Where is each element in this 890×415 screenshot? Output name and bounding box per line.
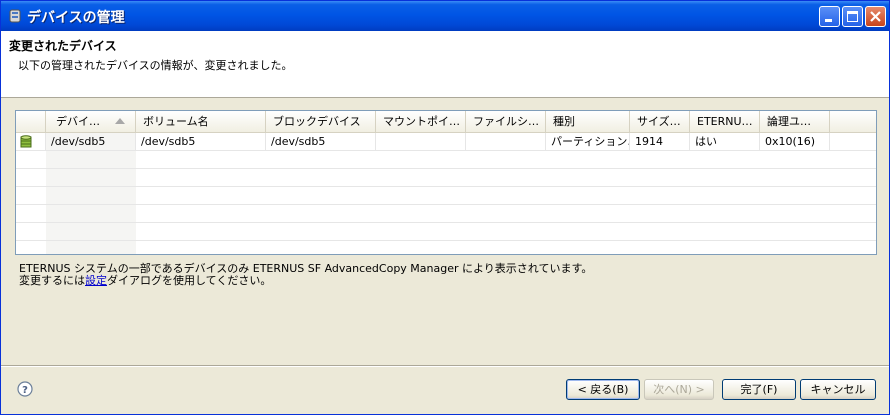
cell-eternus: はい (690, 133, 760, 150)
app-icon (9, 9, 21, 23)
column-header-device[interactable]: デバイ… (46, 111, 136, 132)
cell-block-device: /dev/sdb5 (266, 133, 376, 150)
minimize-button[interactable] (819, 6, 840, 27)
empty-row (16, 187, 876, 205)
column-header-label: ファイルシ… (473, 115, 539, 128)
footnote-line-2: 変更するには設定ダイアログを使用してください。 (19, 275, 592, 287)
column-header-label: ETERNU… (697, 115, 753, 128)
column-header-volume-name[interactable]: ボリューム名 (136, 111, 266, 132)
close-button[interactable] (865, 6, 886, 27)
row-icon-cell (16, 133, 46, 150)
column-header-label: 種別 (553, 115, 575, 128)
back-button[interactable]: < 戻る(B) (566, 379, 640, 400)
cell-logical-unit: 0x10(16) (760, 133, 830, 150)
column-header-eternus[interactable]: ETERNU… (690, 111, 760, 132)
page-title: 変更されたデバイス (9, 39, 117, 53)
table-header: デバイ… ボリューム名 ブロックデバイス マウントポイ… ファイルシ… 種別 サ… (16, 111, 876, 133)
column-header-label: ボリューム名 (143, 115, 209, 128)
cell-file-system (466, 133, 546, 150)
column-header-label: マウントポイ… (383, 115, 460, 128)
column-header-label: ブロックデバイス (273, 115, 361, 128)
page-description: 以下の管理されたデバイスの情報が、変更されました。 (18, 59, 293, 72)
next-button[interactable]: 次へ(N) > (644, 379, 714, 400)
close-icon (870, 11, 881, 22)
maximize-icon (847, 11, 858, 22)
column-header-label: デバイ… (56, 115, 100, 128)
column-header-file-system[interactable]: ファイルシ… (466, 111, 546, 132)
help-icon[interactable]: ? (17, 381, 33, 397)
cell-mount-point (376, 133, 466, 150)
title-bar[interactable]: デバイスの管理 (1, 1, 889, 31)
maximize-button[interactable] (842, 6, 863, 27)
footnote: ETERNUS システムの一部であるデバイスのみ ETERNUS SF Adva… (19, 263, 592, 287)
cell-device: /dev/sdb5 (46, 133, 136, 150)
column-header-icon[interactable] (16, 111, 46, 132)
column-header-mount-point[interactable]: マウントポイ… (376, 111, 466, 132)
wizard-header: 変更されたデバイス 以下の管理されたデバイスの情報が、変更されました。 (1, 31, 889, 98)
cell-type: パーティション… (546, 133, 630, 150)
cell-size: 1914 (630, 133, 690, 150)
divider (1, 365, 889, 367)
column-header-type[interactable]: 種別 (546, 111, 630, 132)
sort-ascending-icon (115, 118, 125, 124)
cancel-button[interactable]: キャンセル (800, 379, 876, 400)
device-table[interactable]: デバイ… ボリューム名 ブロックデバイス マウントポイ… ファイルシ… 種別 サ… (15, 110, 877, 255)
column-header-label: 論理ユ… (767, 115, 811, 128)
settings-link[interactable]: 設定 (85, 274, 107, 287)
dialog-window: デバイスの管理 変更されたデバイス 以下の管理されたデバイスの情報が、変更されま… (0, 0, 890, 415)
empty-row (16, 151, 876, 169)
finish-button[interactable]: 完了(F) (722, 379, 796, 400)
column-header-block-device[interactable]: ブロックデバイス (266, 111, 376, 132)
database-icon (20, 135, 32, 148)
column-header-logical-unit[interactable]: 論理ユ… (760, 111, 830, 132)
minimize-icon (825, 19, 832, 22)
svg-text:?: ? (22, 385, 28, 396)
empty-row (16, 223, 876, 241)
window-title: デバイスの管理 (27, 10, 125, 26)
footnote-text: ダイアログを使用してください。 (107, 274, 272, 287)
column-header-size[interactable]: サイズ… (630, 111, 690, 132)
footnote-text: 変更するには (19, 274, 85, 287)
cell-volume-name: /dev/sdb5 (136, 133, 266, 150)
empty-row (16, 169, 876, 187)
column-header-label: サイズ… (637, 115, 681, 128)
table-row[interactable]: /dev/sdb5 /dev/sdb5 /dev/sdb5 パーティション… 1… (16, 133, 876, 151)
empty-row (16, 205, 876, 223)
